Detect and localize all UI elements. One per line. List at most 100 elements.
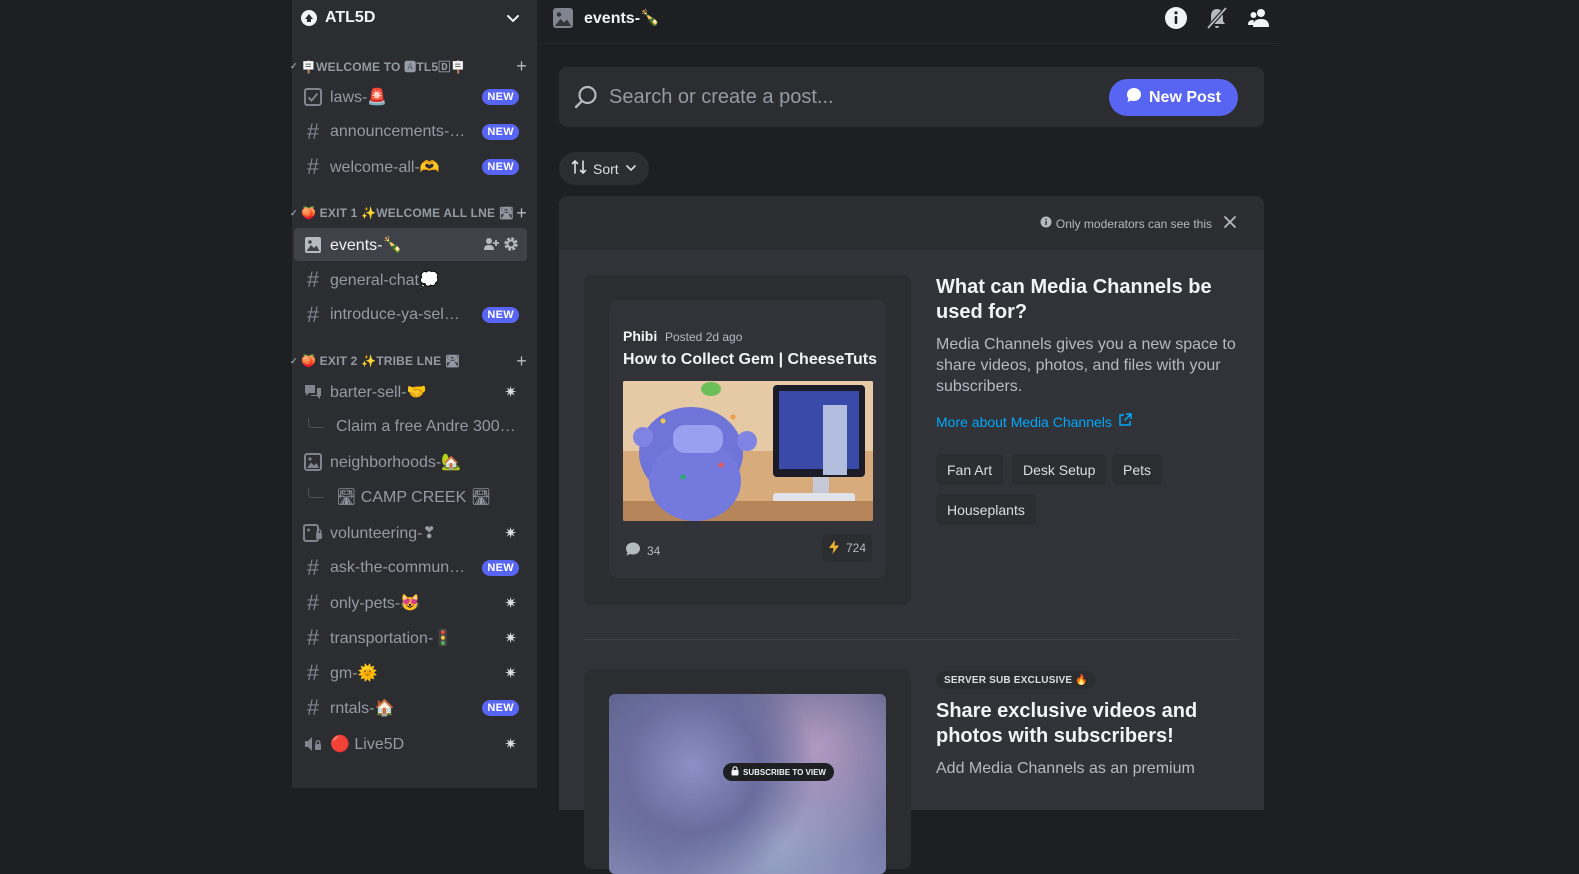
search-input[interactable] bbox=[609, 81, 1089, 113]
chevron-down-icon: ✓ bbox=[290, 207, 298, 218]
exclusive-preview: SUBSCRIBE TO VIEW bbox=[584, 669, 911, 874]
create-invite-icon[interactable] bbox=[483, 236, 499, 257]
info-icon[interactable] bbox=[1163, 5, 1189, 31]
post-time: Posted 2d ago bbox=[665, 330, 743, 344]
hashtag-icon: # bbox=[306, 266, 320, 292]
notification-mute-icon[interactable] bbox=[1204, 5, 1230, 31]
section-divider bbox=[584, 639, 1239, 640]
category-label: 🍑 EXIT 1 ✨WELCOME ALL LNE 🛣 bbox=[301, 206, 515, 220]
chevron-down-icon: ✓ bbox=[290, 355, 298, 366]
chevron-down-icon bbox=[625, 161, 637, 177]
rules-channel-icon bbox=[303, 87, 323, 107]
channel-name: transportation-🚦 bbox=[330, 629, 454, 647]
channel-ask-the-community[interactable]: # ask-the-commun… NEW bbox=[294, 551, 527, 584]
channel-live5d[interactable]: 🔴 Live5D ✷ bbox=[294, 727, 527, 760]
tag-houseplants[interactable]: Houseplants bbox=[936, 494, 1036, 525]
channel-transportation[interactable]: # transportation-🚦 ✷ bbox=[294, 621, 527, 654]
sort-button[interactable]: Sort bbox=[559, 152, 649, 185]
comment-count: 34 bbox=[647, 543, 661, 558]
add-channel-icon[interactable]: + bbox=[516, 351, 527, 371]
tag-pets[interactable]: Pets bbox=[1112, 454, 1163, 485]
category-exit-2[interactable]: ✓ 🍑 EXIT 2 ✨TRIBE LNE 🛣 + bbox=[290, 351, 537, 371]
thread-camp-creek[interactable]: 🛣 CAMP CREEK 🛣 bbox=[294, 480, 527, 513]
channel-barter-sell[interactable]: barter-sell-🤝 ✷ bbox=[294, 375, 527, 408]
sparkle-icon: ✷ bbox=[504, 595, 517, 612]
search-bar: New Post bbox=[559, 67, 1264, 127]
example-post[interactable]: Phibi Posted 2d ago How to Collect Gem |… bbox=[609, 300, 886, 578]
channel-gm[interactable]: # gm-🌞 ✷ bbox=[294, 656, 527, 689]
channel-rntals[interactable]: # rntals-🏠 NEW bbox=[294, 691, 527, 724]
channel-header: events-🍾 bbox=[537, 0, 1279, 44]
category-welcome[interactable]: ✓ 🪧WELCOME TO 🅰TL5🄳🪧 + bbox=[290, 56, 537, 76]
channel-title: events-🍾 bbox=[584, 10, 660, 27]
member-list-icon[interactable] bbox=[1246, 5, 1272, 31]
chevron-down-icon: ✓ bbox=[290, 60, 298, 71]
channel-volunteering[interactable]: volunteering-❣ ✷ bbox=[294, 516, 527, 549]
channel-announcements[interactable]: # announcements-… NEW bbox=[294, 115, 527, 148]
media-channel-main: New Post Sort Only moderators can see th… bbox=[537, 44, 1279, 874]
comment-icon bbox=[625, 541, 641, 560]
media-channel-icon bbox=[552, 7, 574, 29]
channel-name: introduce-ya-sel… bbox=[330, 305, 460, 323]
tag-desk-setup[interactable]: Desk Setup bbox=[1012, 454, 1107, 485]
tag-fan-art[interactable]: Fan Art bbox=[936, 454, 1004, 485]
sparkle-icon: ✷ bbox=[504, 384, 517, 401]
channel-introduce[interactable]: # introduce-ya-sel… NEW bbox=[294, 298, 527, 331]
subscribe-to-view-chip[interactable]: SUBSCRIBE TO VIEW bbox=[723, 763, 834, 781]
lightning-icon bbox=[828, 539, 840, 557]
channel-name: events-🍾 bbox=[330, 236, 403, 254]
chat-bubble-icon bbox=[1126, 87, 1142, 108]
promo-content: Phibi Posted 2d ago How to Collect Gem |… bbox=[559, 250, 1264, 874]
new-badge: NEW bbox=[482, 89, 519, 105]
moderator-notice: Only moderators can see this bbox=[1040, 216, 1212, 231]
hashtag-icon: # bbox=[306, 118, 320, 144]
channel-name: only-pets-😻 bbox=[330, 594, 421, 612]
channel-events[interactable]: events-🍾 bbox=[294, 228, 527, 261]
post-comments[interactable]: 34 bbox=[625, 541, 660, 560]
category-exit-1[interactable]: ✓ 🍑 EXIT 1 ✨WELCOME ALL LNE 🛣 + bbox=[290, 203, 537, 223]
channel-name: 🔴 Live5D bbox=[330, 735, 405, 753]
exclusive-title: Share exclusive videos and photos with s… bbox=[936, 700, 1198, 747]
channel-only-pets[interactable]: # only-pets-😻 ✷ bbox=[294, 586, 527, 619]
channel-general-chat[interactable]: # general-chat💭 bbox=[294, 263, 527, 296]
close-icon[interactable] bbox=[1222, 214, 1238, 230]
locked-hashtag-icon: # bbox=[306, 659, 320, 685]
channel-name: barter-sell-🤝 bbox=[330, 383, 427, 401]
new-badge: NEW bbox=[482, 307, 519, 323]
category-label: 🍑 EXIT 2 ✨TRIBE LNE 🛣 bbox=[301, 354, 461, 368]
more-about-label: More about Media Channels bbox=[936, 413, 1112, 430]
hashtag-icon: # bbox=[306, 694, 320, 720]
channel-name: announcements-… bbox=[330, 122, 466, 140]
channel-name: laws-🚨 bbox=[330, 88, 388, 106]
more-about-link[interactable]: More about Media Channels bbox=[936, 413, 1132, 430]
add-channel-icon[interactable]: + bbox=[516, 203, 527, 223]
promo-title: What can Media Channels be used for? bbox=[936, 276, 1212, 323]
chevron-down-icon[interactable] bbox=[505, 10, 521, 26]
server-name: ATL5D bbox=[325, 9, 376, 26]
channel-welcome-all[interactable]: # welcome-all-🫶 NEW bbox=[294, 150, 527, 183]
sort-icon bbox=[571, 159, 587, 178]
channel-laws[interactable]: laws-🚨 NEW bbox=[294, 80, 527, 113]
gear-icon[interactable] bbox=[503, 236, 519, 257]
sparkle-icon: ✷ bbox=[504, 736, 517, 753]
discord-app: ATL5D ✓ 🪧WELCOME TO 🅰TL5🄳🪧 + laws-🚨 NEW … bbox=[0, 0, 1579, 874]
new-post-button[interactable]: New Post bbox=[1108, 79, 1238, 116]
channel-neighborhoods[interactable]: neighborhoods-🏡 bbox=[294, 445, 527, 478]
hashtag-icon: # bbox=[306, 554, 320, 580]
exclusive-description: Add Media Channels as an premium bbox=[936, 760, 1195, 777]
new-badge: NEW bbox=[482, 124, 519, 140]
sparkle-icon: ✷ bbox=[504, 665, 517, 682]
server-header[interactable]: ATL5D bbox=[292, 0, 537, 36]
locked-voice-channel-icon bbox=[303, 734, 323, 754]
thread-claim-free[interactable]: Claim a free Andre 300… bbox=[294, 410, 527, 443]
channel-name: ask-the-commun… bbox=[330, 558, 466, 576]
new-post-label: New Post bbox=[1148, 88, 1221, 106]
channel-sidebar: ATL5D ✓ 🪧WELCOME TO 🅰TL5🄳🪧 + laws-🚨 NEW … bbox=[290, 0, 537, 788]
add-channel-icon[interactable]: + bbox=[516, 56, 527, 76]
blurred-media: SUBSCRIBE TO VIEW bbox=[609, 694, 886, 874]
post-reaction[interactable]: 724 bbox=[821, 534, 872, 562]
thread-name: Claim a free Andre 300… bbox=[336, 417, 516, 435]
post-thumbnail bbox=[623, 381, 873, 521]
media-channel-promo-card: Only moderators can see this Phibi Poste… bbox=[559, 196, 1264, 874]
hashtag-icon: # bbox=[306, 153, 320, 179]
